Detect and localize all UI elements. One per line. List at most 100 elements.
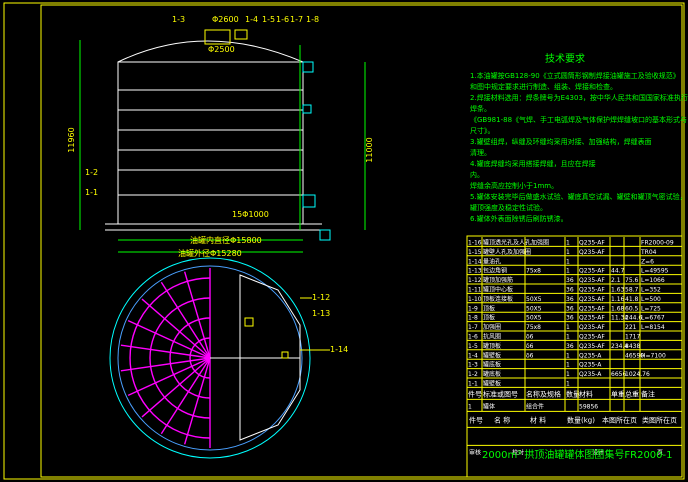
bom-footer-cell: 材 料 — [530, 415, 546, 424]
roof-rafter — [183, 271, 211, 359]
roof-rafter — [183, 357, 211, 445]
bom-cell: 1-15 — [468, 249, 482, 256]
bom-cell: 顶板 — [483, 314, 495, 322]
drawing-canvas: 11960 11000 1-3 1-2 1-1 Φ2600 1-4 1-5 1-… — [3, 2, 688, 480]
bom-footer-cell: 组合件 — [526, 402, 544, 410]
tech-note-line: 焊条。 — [470, 104, 491, 113]
bom-cell: Q235-A — [579, 352, 602, 359]
bom-footer-cell: 类图所在页 — [642, 415, 677, 424]
bom-cell: 1 — [566, 324, 570, 331]
bom-cell: H=7100 — [641, 352, 666, 359]
bom-cell: L=500 — [641, 296, 661, 303]
label-bottom-hole: 15Φ1000 — [232, 210, 269, 219]
label-1-8: 1-8 — [306, 15, 319, 24]
bom-footer-cell: 件号 — [469, 415, 483, 424]
tech-note-line: 清理。 — [470, 148, 491, 157]
bom-cell: 1-3 — [468, 362, 478, 369]
bom-cell: 加强圈 — [483, 323, 501, 331]
bom-cell: Q235-AF — [579, 305, 605, 312]
bom-cell: 1 — [566, 258, 570, 265]
bom-header-cell: 备注 — [641, 389, 655, 398]
bom-cell: 顶板 — [483, 304, 495, 312]
bom-cell: 罐底板 — [483, 370, 501, 378]
bom-cell: 50X5 — [526, 296, 542, 303]
bom-cell: 75.6 — [625, 277, 639, 284]
bom-cell: 1 — [566, 381, 570, 388]
bom-cell: 1717 — [625, 334, 640, 341]
bom-cell: 36 — [566, 296, 574, 303]
bom-cell: 罐顶中心板 — [483, 286, 513, 294]
label-phi2600: Φ2600 — [212, 15, 239, 24]
bom-cell: 1.63 — [611, 287, 625, 294]
bom-cell: Q235-AF — [579, 277, 605, 284]
label-1-4: 1-4 — [245, 15, 258, 24]
label-1-2: 1-2 — [85, 168, 98, 177]
bom-cell: 罐顶板 — [483, 342, 501, 350]
bom-cell: 量油孔 — [483, 257, 501, 265]
bom-cell: 罐壁板 — [483, 351, 501, 359]
note-outer-diameter: 油罐外径Φ15280 — [178, 248, 242, 258]
bom-cell: 1 — [566, 249, 570, 256]
bom-cell: 罐壁人孔及加强圈 — [483, 248, 531, 256]
bom-cell: Q235-AF — [579, 324, 605, 331]
bom-cell: 1-2 — [468, 371, 478, 378]
plan-view: 1-12 1-13 1-14 — [109, 257, 348, 459]
bom-cell: 221 — [625, 324, 637, 331]
bom-cell: Z=6 — [641, 258, 654, 265]
bom-cell: Q235-AF — [579, 343, 605, 350]
tech-note-line: 2.焊接材料选用：焊条牌号为E4303，按中华人民共和国国家标准执行 — [470, 93, 688, 102]
bom-cell: 1-1 — [468, 381, 478, 388]
bom-cell: TR04 — [640, 249, 657, 256]
bom-cell: L=725 — [641, 305, 661, 312]
bom-cell: Q235-A — [579, 362, 602, 369]
bom-header-cell: 总重 — [625, 389, 639, 398]
bom-cell: 58.7 — [625, 287, 639, 294]
bom-cell: 75x8 — [526, 324, 541, 331]
bom-footer-cell: 1 — [468, 403, 472, 410]
dim-height: 11960 — [67, 127, 76, 152]
bom-cell: 罐顶加强筋 — [483, 276, 513, 284]
bom-cell: 1.16 — [611, 296, 625, 303]
bom-cell: 41.8 — [625, 296, 639, 303]
bom-table: 1-16 罐顶透光孔及人孔加强圈 1 Q235-AF FR2000-09 1-15 罐壁人孔… — [466, 235, 683, 478]
bom-cell: 44.7 — [611, 268, 625, 275]
bom-cell: 60.5 — [625, 305, 639, 312]
bom-cell: 2.1 — [611, 277, 621, 284]
bom-cell: δ6 — [526, 343, 534, 350]
bom-cell: FR2000-09 — [641, 240, 674, 247]
bom-cell: 36 — [566, 305, 574, 312]
bom-cell: 1 — [566, 268, 570, 275]
bom-cell: 1-5 — [468, 343, 478, 350]
tech-note-line: 罐顶强度及稳定性试验。 — [470, 203, 547, 212]
dim-right: 11000 — [365, 137, 374, 162]
bom-cell: 1 — [566, 352, 570, 359]
bom-footer-cell: 数量(kg) — [567, 415, 595, 424]
bom-footer-cell: 本图所在页 — [602, 415, 637, 424]
bom-cell: Q235-AF — [579, 268, 605, 275]
bom-cell: 罐底板 — [483, 361, 501, 369]
bom-footer-cell: 名 称 — [494, 415, 510, 424]
bom-cell: 1-16 — [468, 240, 482, 247]
label-1-3: 1-3 — [172, 15, 185, 24]
tech-note-line: 焊缝余高应控制小于1mm。 — [470, 181, 558, 190]
tech-note-line: 《GB981-88《气焊、手工电弧焊及气体保护焊焊缝坡口的基本形式与 — [470, 115, 687, 124]
tech-notes: 技术要求 1.本油罐按GB128-90《立式圆筒形钢制焊接油罐施工及验收规范》 … — [470, 52, 688, 223]
drawing-title: 2000m³ 拱顶油罐罐体图图集号FR2000-1 — [482, 448, 673, 461]
bom-cell: Q235-AF — [579, 315, 605, 322]
bom-cell: Q235-AF — [579, 287, 605, 294]
bom-cell: 1.68 — [611, 305, 625, 312]
elevation-view: 11960 11000 1-3 1-2 1-1 Φ2600 1-4 1-5 1-… — [67, 15, 374, 258]
note-inner-diameter: 油罐内直径Φ15800 — [190, 235, 262, 245]
bom-cell: 1-7 — [468, 324, 478, 331]
bom-footer-cell: 罐体 — [483, 402, 495, 410]
tech-note-line: 4.罐底焊缝均采用搭接焊缝，且应在焊接 — [470, 159, 596, 168]
plan-label-1-12: 1-12 — [312, 293, 330, 302]
bom-cell: 8438 — [625, 343, 640, 350]
bom-cell: Q235-A — [579, 371, 602, 378]
bom-cell: 1 — [566, 371, 570, 378]
bom-cell: 1-9 — [468, 305, 478, 312]
bom-cell: 1-6 — [468, 334, 478, 341]
bom-cell: 抗风圈 — [483, 333, 501, 341]
bom-cell: 50X5 — [526, 305, 542, 312]
tech-note-line: 内。 — [470, 170, 484, 179]
